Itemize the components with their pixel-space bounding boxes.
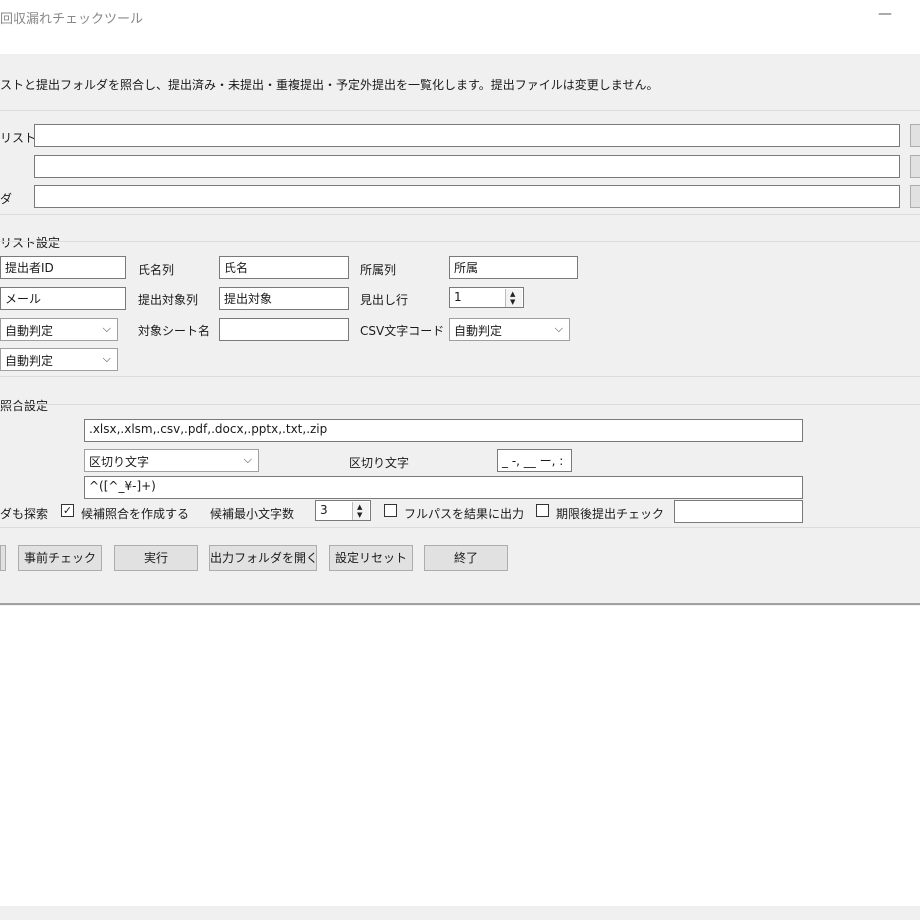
dept-column-label: 所属列 bbox=[360, 263, 397, 277]
separator bbox=[0, 110, 920, 111]
run-button[interactable]: 実行 bbox=[114, 545, 198, 571]
separator bbox=[0, 376, 920, 377]
partial-button[interactable] bbox=[0, 545, 6, 571]
sheet-name-input[interactable] bbox=[219, 318, 349, 341]
open-output-folder-button[interactable]: 出力フォルダを開く bbox=[209, 545, 318, 571]
csv-encoding-select[interactable]: 自動判定 ⌵ bbox=[449, 318, 570, 341]
separator bbox=[0, 241, 920, 242]
separator bbox=[0, 603, 920, 605]
min-chars-label: 候補最小文字数 bbox=[210, 507, 295, 521]
candidate-match-label: 候補照合を作成する bbox=[81, 507, 190, 521]
folder-browse-button[interactable] bbox=[910, 185, 920, 208]
csv-encoding-value: 自動判定 bbox=[454, 324, 503, 338]
match-settings-label: 照合設定 bbox=[0, 399, 49, 413]
target-column-input[interactable]: 提出対象 bbox=[219, 287, 349, 310]
min-chars-value: 3 bbox=[320, 503, 328, 517]
combo-1-value: 自動判定 bbox=[5, 324, 54, 338]
delimiter-input[interactable]: _ -, __ ー, : bbox=[497, 449, 572, 472]
path2-browse-button[interactable] bbox=[910, 155, 920, 178]
minimize-button[interactable]: — bbox=[878, 6, 896, 22]
reset-settings-button[interactable]: 設定リセット bbox=[329, 545, 413, 571]
fullpath-label: フルパスを結果に出力 bbox=[404, 507, 525, 521]
checkmark-icon: ✓ bbox=[62, 504, 73, 517]
target-column-label: 提出対象列 bbox=[138, 293, 199, 307]
min-chars-stepper[interactable]: 3 ▲ ▼ bbox=[315, 500, 371, 521]
subfolder-search-label: ダも探索 bbox=[0, 507, 49, 521]
candidate-match-checkbox[interactable]: ✓ bbox=[61, 504, 74, 517]
deadline-input[interactable] bbox=[674, 500, 803, 523]
window-title: 回収漏れチェックツール bbox=[0, 12, 144, 27]
combo-1[interactable]: 自動判定 ⌵ bbox=[0, 318, 118, 341]
header-row-value: 1 bbox=[454, 290, 462, 304]
deadline-checkbox[interactable] bbox=[536, 504, 549, 517]
spin-arrows-icon[interactable]: ▲ ▼ bbox=[352, 502, 369, 520]
name-column-label: 氏名列 bbox=[138, 263, 175, 277]
path2-input[interactable] bbox=[34, 155, 900, 178]
deadline-label: 期限後提出チェック bbox=[556, 507, 665, 521]
precheck-button[interactable]: 事前チェック bbox=[18, 545, 102, 571]
chevron-down-icon: ⌵ bbox=[102, 322, 111, 335]
fullpath-checkbox[interactable] bbox=[384, 504, 397, 517]
chevron-down-icon: ⌵ bbox=[554, 322, 563, 335]
extensions-input[interactable]: .xlsx,.xlsm,.csv,.pdf,.docx,.pptx,.txt,.… bbox=[84, 419, 803, 442]
delimiter-label: 区切り文字 bbox=[349, 456, 410, 470]
description-text: ストと提出フォルダを照合し、提出済み・未提出・重複提出・予定外提出を一覧化します… bbox=[0, 78, 659, 92]
name-column-input[interactable]: 氏名 bbox=[219, 256, 349, 279]
chevron-down-icon: ⌵ bbox=[102, 352, 111, 365]
regex-input[interactable]: ^([^_¥-]+) bbox=[84, 476, 803, 499]
csv-encoding-label: CSV文字コード bbox=[360, 324, 445, 338]
spin-arrows-icon[interactable]: ▲ ▼ bbox=[505, 289, 522, 307]
list-browse-button[interactable] bbox=[910, 124, 920, 147]
exit-button[interactable]: 終了 bbox=[424, 545, 508, 571]
chevron-down-icon: ⌵ bbox=[243, 453, 252, 466]
list-path-label: リスト bbox=[0, 131, 37, 145]
mail-column-input[interactable]: メール bbox=[0, 287, 126, 310]
delimiter-mode-value: 区切り文字 bbox=[89, 455, 150, 469]
folder-path-input[interactable] bbox=[34, 185, 900, 208]
folder-path-label: ダ bbox=[0, 192, 13, 206]
delimiter-mode-select[interactable]: 区切り文字 ⌵ bbox=[84, 449, 259, 472]
combo-2[interactable]: 自動判定 ⌵ bbox=[0, 348, 118, 371]
dept-column-input[interactable]: 所属 bbox=[449, 256, 578, 279]
separator bbox=[0, 404, 920, 405]
sheet-name-label: 対象シート名 bbox=[138, 324, 211, 338]
combo-2-value: 自動判定 bbox=[5, 354, 54, 368]
list-settings-label: リスト設定 bbox=[0, 236, 61, 250]
separator bbox=[0, 527, 920, 528]
status-strip bbox=[0, 906, 920, 920]
list-path-input[interactable] bbox=[34, 124, 900, 147]
header-row-label: 見出し行 bbox=[360, 293, 409, 307]
header-row-stepper[interactable]: 1 ▲ ▼ bbox=[449, 287, 524, 308]
results-area bbox=[0, 606, 920, 906]
id-column-input[interactable]: 提出者ID bbox=[0, 256, 126, 279]
separator bbox=[0, 214, 920, 215]
